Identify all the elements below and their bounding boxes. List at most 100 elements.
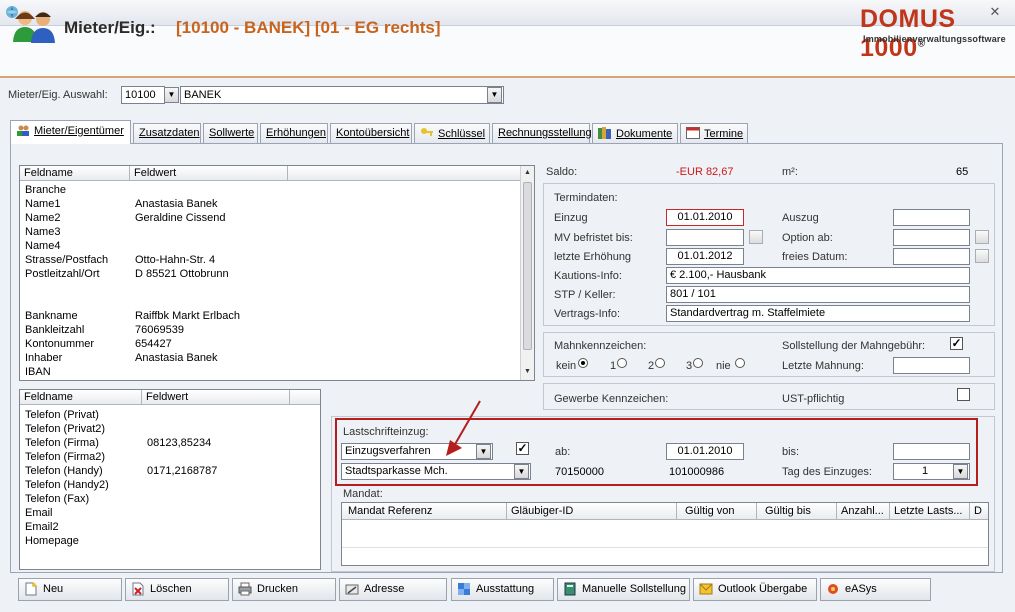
tab-zusatzdaten[interactable]: Zusatzdaten bbox=[133, 123, 201, 143]
radio-1[interactable] bbox=[617, 358, 627, 368]
stp-field[interactable]: 801 / 101 bbox=[666, 286, 970, 303]
chevron-down-icon[interactable]: ▼ bbox=[164, 87, 179, 103]
option-field[interactable] bbox=[893, 229, 970, 246]
mandat-grid[interactable]: Mandat Referenz Gläubiger-ID Gültig von … bbox=[341, 502, 989, 566]
radio-2[interactable] bbox=[655, 358, 665, 368]
date-picker-button[interactable] bbox=[975, 249, 989, 263]
tab-kontouebersicht[interactable]: Kontoübersicht bbox=[330, 123, 412, 143]
manuelle-sollstellung-button[interactable]: Manuelle Sollstellung bbox=[557, 578, 690, 601]
tab-schluessel[interactable]: Schlüssel bbox=[414, 123, 490, 143]
table-row[interactable]: Telefon (Handy2) bbox=[20, 478, 320, 492]
chevron-down-icon[interactable]: ▼ bbox=[487, 87, 502, 103]
drucken-button[interactable]: Drucken bbox=[232, 578, 336, 601]
table-row[interactable]: Name2 Geraldine Cissend bbox=[20, 211, 534, 225]
easys-button[interactable]: eASys bbox=[820, 578, 931, 601]
column-header[interactable]: Letzte Lasts... bbox=[890, 503, 970, 520]
table-row[interactable]: Telefon (Firma2) bbox=[20, 450, 320, 464]
table-row[interactable]: Email bbox=[20, 506, 320, 520]
grid-header: Feldname Feldwert bbox=[20, 390, 320, 405]
tab-label: Kontoübersicht bbox=[336, 127, 410, 139]
table-row[interactable]: Inhaber Anastasia Banek bbox=[20, 351, 534, 365]
ausstattung-button[interactable]: Ausstattung bbox=[451, 578, 554, 601]
table-row[interactable]: Telefon (Privat) bbox=[20, 408, 320, 422]
table-row[interactable]: Name1 Anastasia Banek bbox=[20, 197, 534, 211]
tab-erhoehungen[interactable]: Erhöhungen bbox=[260, 123, 328, 143]
table-row[interactable]: Telefon (Firma) 08123,85234 bbox=[20, 436, 320, 450]
contact-grid[interactable]: Feldname Feldwert Telefon (Privat) Telefo… bbox=[19, 389, 321, 570]
tab-label: Erhöhungen bbox=[266, 127, 326, 139]
table-row[interactable]: Name4 bbox=[20, 239, 534, 253]
field-name-cell: Bankleitzahl bbox=[25, 324, 85, 336]
tab-mieter-eigentuemer[interactable]: Mieter/Eigentümer bbox=[10, 120, 131, 144]
table-row[interactable]: Branche bbox=[20, 183, 534, 197]
column-header[interactable]: Feldname bbox=[20, 390, 142, 405]
table-row[interactable]: IBAN bbox=[20, 365, 534, 379]
selection-name-field[interactable]: BANEK bbox=[180, 86, 504, 104]
field-name-cell: Name3 bbox=[25, 226, 61, 238]
scrollbar[interactable]: ▲ ▼ bbox=[520, 166, 534, 380]
date-picker-button[interactable] bbox=[749, 230, 763, 244]
adresse-button[interactable]: Adresse bbox=[339, 578, 447, 601]
column-header[interactable]: Gläubiger-ID bbox=[507, 503, 677, 520]
table-row[interactable]: Bankleitzahl 76069539 bbox=[20, 323, 534, 337]
einzug-field[interactable]: 01.01.2010 bbox=[666, 209, 744, 226]
column-header[interactable]: D bbox=[970, 503, 988, 520]
frei-field[interactable] bbox=[893, 248, 970, 265]
column-header[interactable]: Gültig bis bbox=[757, 503, 837, 520]
erhoehung-field[interactable]: 01.01.2012 bbox=[666, 248, 744, 265]
outlook-uebergabe-button[interactable]: Outlook Übergabe bbox=[693, 578, 817, 601]
tab-rechnungsstellung[interactable]: Rechnungsstellung bbox=[492, 123, 592, 143]
vertrag-field[interactable]: Standardvertrag m. Staffelmiete bbox=[666, 305, 970, 322]
ust-label: UST-pflichtig bbox=[782, 393, 845, 405]
einzug-label: Einzug bbox=[554, 212, 588, 224]
radio-kein[interactable] bbox=[578, 358, 588, 368]
radio-nie[interactable] bbox=[735, 358, 745, 368]
arrow-annotation-icon bbox=[446, 400, 481, 456]
table-row[interactable]: Email2 bbox=[20, 520, 320, 534]
mahngebuehr-checkbox[interactable]: ✓ bbox=[950, 337, 963, 350]
column-header[interactable]: Feldname bbox=[20, 166, 130, 181]
bis-field[interactable] bbox=[893, 443, 970, 460]
field-name-cell: Name1 bbox=[25, 198, 61, 210]
table-row[interactable]: Telefon (Handy) 0171,2168787 bbox=[20, 464, 320, 478]
loeschen-button[interactable]: Löschen bbox=[125, 578, 229, 601]
table-row[interactable]: Name3 bbox=[20, 225, 534, 239]
neu-button[interactable]: Neu bbox=[18, 578, 122, 601]
table-row[interactable] bbox=[20, 295, 534, 309]
table-row[interactable] bbox=[342, 520, 988, 548]
table-row[interactable]: Postleitzahl/Ort D 85521 Ottobrunn bbox=[20, 267, 534, 281]
address-grid[interactable]: Feldname Feldwert Branche Name1 Anastasia … bbox=[19, 165, 535, 381]
table-row[interactable]: Strasse/Postfach Otto-Hahn-Str. 4 bbox=[20, 253, 534, 267]
scroll-up-icon[interactable]: ▲ bbox=[521, 166, 534, 180]
radio-3[interactable] bbox=[693, 358, 703, 368]
chevron-down-icon[interactable]: ▼ bbox=[953, 464, 968, 479]
table-row[interactable] bbox=[20, 281, 534, 295]
kaution-field[interactable]: € 2.100,- Hausbank bbox=[666, 267, 970, 284]
table-row[interactable]: Telefon (Privat2) bbox=[20, 422, 320, 436]
column-header[interactable]: Mandat Referenz bbox=[342, 503, 507, 520]
column-header[interactable]: Feldwert bbox=[142, 390, 290, 405]
tab-sollwerte[interactable]: Sollwerte bbox=[203, 123, 258, 143]
auszug-field[interactable] bbox=[893, 209, 970, 226]
scroll-down-icon[interactable]: ▼ bbox=[521, 365, 534, 379]
ab-field[interactable]: 01.01.2010 bbox=[666, 443, 744, 460]
scroll-thumb[interactable] bbox=[523, 182, 532, 350]
tab-dokumente[interactable]: Dokumente bbox=[592, 123, 678, 143]
column-header[interactable]: Feldwert bbox=[130, 166, 288, 181]
table-row[interactable]: Telefon (Fax) bbox=[20, 492, 320, 506]
table-row[interactable]: Kontonummer 654427 bbox=[20, 337, 534, 351]
ust-checkbox[interactable] bbox=[957, 388, 970, 401]
table-row[interactable]: Homepage bbox=[20, 534, 320, 548]
mv-field[interactable] bbox=[666, 229, 744, 246]
column-header[interactable]: Anzahl... bbox=[837, 503, 890, 520]
field-name-cell: Strasse/Postfach bbox=[25, 254, 109, 266]
tab-termine[interactable]: Termine bbox=[680, 123, 748, 143]
selection-number-field[interactable]: 10100 bbox=[121, 86, 165, 104]
column-header[interactable]: Gültig von bbox=[677, 503, 757, 520]
date-picker-button[interactable] bbox=[975, 230, 989, 244]
bank-dropdown[interactable]: Stadtsparkasse Mch. bbox=[341, 463, 531, 480]
chevron-down-icon[interactable]: ▼ bbox=[514, 464, 529, 479]
table-row[interactable]: Bankname Raiffbk Markt Erlbach bbox=[20, 309, 534, 323]
lastschrift-checkbox[interactable]: ✓ bbox=[516, 442, 529, 455]
letzte-mahnung-field[interactable] bbox=[893, 357, 970, 374]
